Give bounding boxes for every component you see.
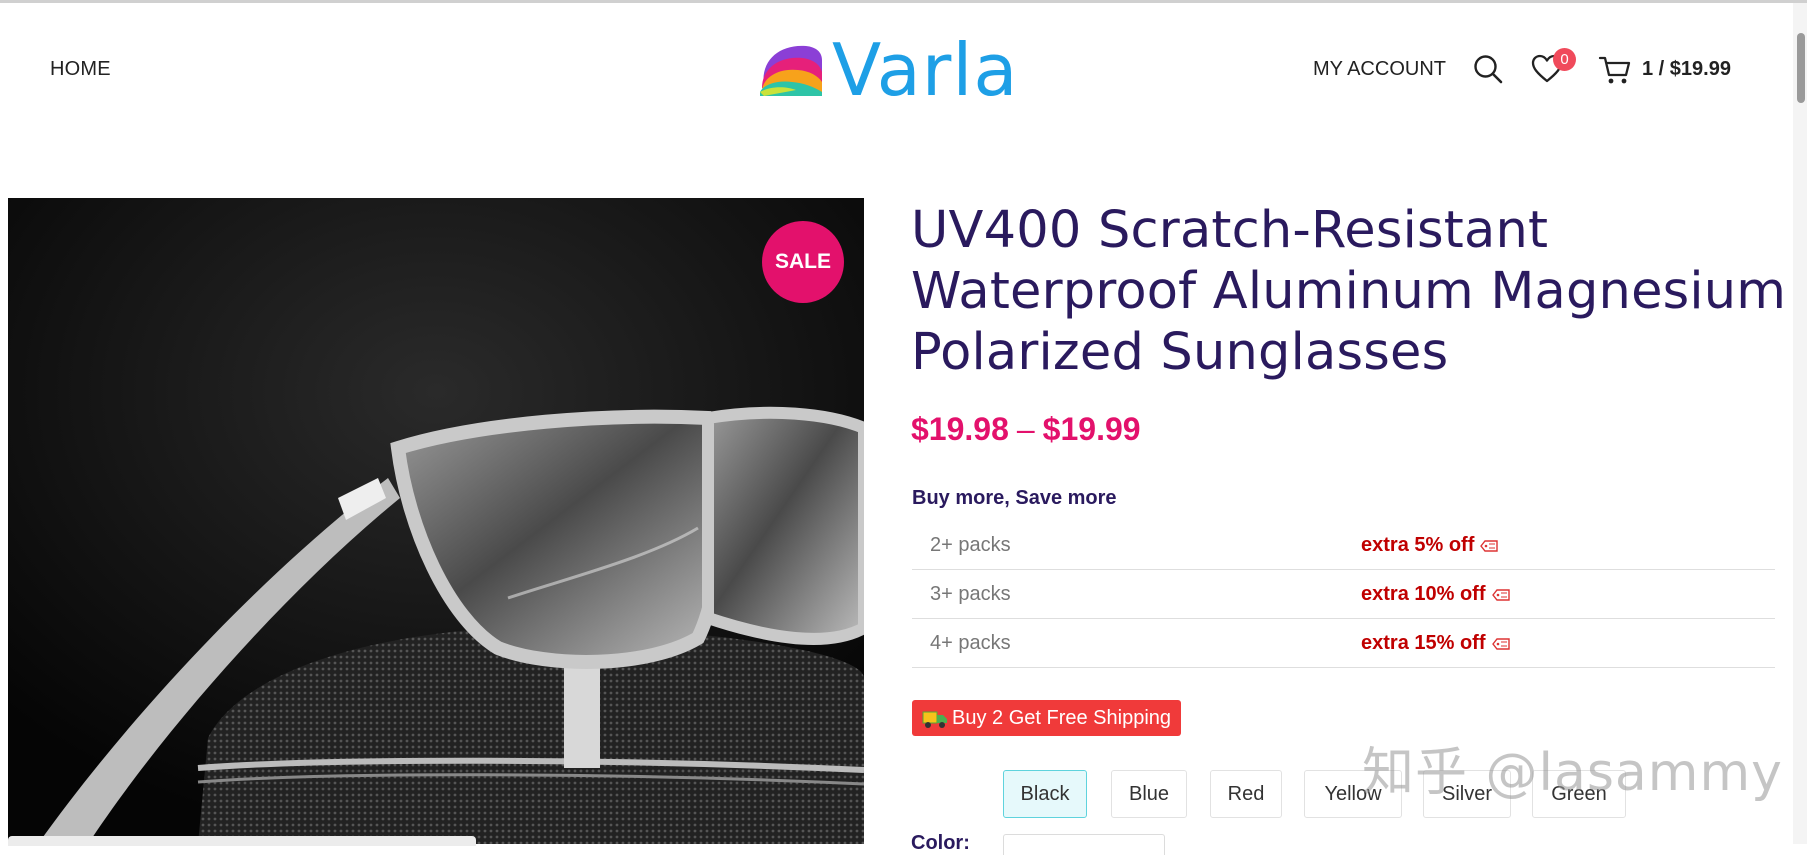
color-swatch-blue[interactable]: Blue — [1111, 770, 1187, 818]
bulk-discount: extra 15% off — [1361, 632, 1510, 655]
bulk-discount-text: extra 15% off — [1361, 632, 1486, 654]
tag-icon — [1491, 589, 1510, 601]
sale-badge: SALE — [762, 221, 844, 303]
scrollbar-thumb[interactable] — [1797, 33, 1805, 103]
price-high: $19.99 — [1042, 411, 1141, 447]
bulk-discount-heading: Buy more, Save more — [912, 487, 1117, 509]
search-icon[interactable] — [1473, 54, 1503, 84]
watermark: 知乎 @lasammy — [1362, 743, 1783, 803]
bulk-discount-text: extra 10% off — [1361, 583, 1486, 605]
color-swatch-red[interactable]: Red — [1210, 770, 1282, 818]
bulk-discount-row: 4+ packs extra 15% off — [912, 619, 1775, 668]
window-top-border — [0, 0, 1807, 3]
logo-text: Varla — [832, 28, 1019, 112]
price-low: $19.98 — [911, 411, 1009, 447]
my-account-link[interactable]: MY ACCOUNT — [1313, 58, 1446, 81]
bulk-discount-table: 2+ packs extra 5% off 3+ packs extra 10%… — [912, 521, 1775, 668]
bulk-discount-row: 3+ packs extra 10% off — [912, 570, 1775, 619]
free-shipping-badge: Buy 2 Get Free Shipping — [912, 700, 1182, 736]
product-image[interactable] — [8, 198, 864, 844]
bulk-discount: extra 10% off — [1361, 583, 1510, 606]
bulk-packs: 4+ packs — [930, 632, 1011, 654]
color-swatch-black[interactable]: Black — [1003, 770, 1087, 818]
cart-icon[interactable] — [1598, 54, 1632, 86]
bulk-packs: 3+ packs — [930, 583, 1011, 605]
bulk-discount-row: 2+ packs extra 5% off — [912, 521, 1775, 570]
image-caption-bar — [8, 836, 476, 846]
wishlist-count-badge: 0 — [1553, 48, 1576, 71]
tag-icon — [1480, 540, 1499, 552]
product-title: UV400 Scratch-Resistant Waterproof Alumi… — [911, 201, 1787, 382]
color-select[interactable] — [1003, 834, 1165, 855]
price-separator: – — [1016, 411, 1035, 447]
price-range: $19.98– $19.99 — [911, 411, 1141, 448]
scrollbar[interactable] — [1793, 3, 1807, 844]
free-shipping-text: Buy 2 Get Free Shipping — [952, 707, 1172, 729]
bulk-discount: extra 5% off — [1361, 534, 1499, 557]
bulk-discount-text: extra 5% off — [1361, 534, 1475, 556]
logo-mark-icon — [760, 45, 822, 96]
truck-icon — [922, 711, 947, 728]
nav-home-link[interactable]: HOME — [50, 58, 111, 81]
cart-summary[interactable]: 1 / $19.99 — [1642, 58, 1731, 81]
bulk-packs: 2+ packs — [930, 534, 1011, 556]
tag-icon — [1491, 638, 1510, 650]
site-logo[interactable]: Varla — [756, 28, 1018, 112]
sunglasses-photo — [8, 198, 864, 844]
